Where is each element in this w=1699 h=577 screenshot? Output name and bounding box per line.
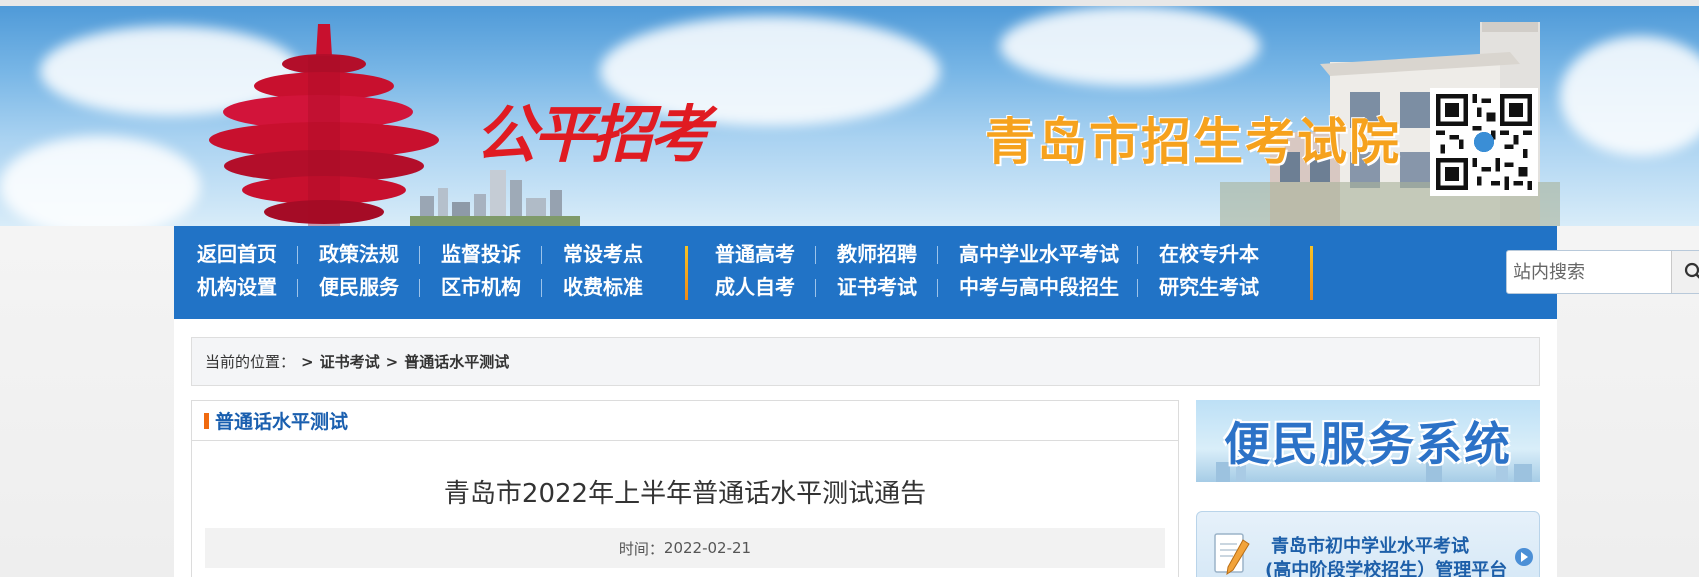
breadcrumb: 当前的位置： > 证书考试 > 普通话水平测试 xyxy=(191,337,1540,386)
breadcrumb-separator: > xyxy=(385,352,399,371)
nav-column: 普通高考 成人自考 xyxy=(715,238,795,304)
publish-date: 2022-02-21 xyxy=(663,539,752,557)
nav-link-upgrade-exam[interactable]: 在校专升本 xyxy=(1159,238,1259,271)
header-banner: 公平招考 青岛市招生考试院 xyxy=(0,6,1699,226)
convenience-service-banner[interactable]: 便民服务系统 xyxy=(1196,400,1540,482)
article-panel: 普通话水平测试 青岛市2022年上半年普通话水平测试通告 时间： 2022-02… xyxy=(191,400,1179,577)
nav-column: 常设考点 收费标准 xyxy=(563,238,643,304)
nav-column: 教师招聘 证书考试 xyxy=(837,238,917,304)
banner-title: 便民服务系统 xyxy=(1224,417,1512,471)
nav-divider xyxy=(1137,246,1138,264)
cloud-decoration xyxy=(0,136,200,226)
nav-group-divider xyxy=(685,246,688,300)
city-skyline-image xyxy=(410,170,580,226)
nav-divider xyxy=(297,246,298,264)
nav-divider xyxy=(541,246,542,264)
nav-link-organization[interactable]: 机构设置 xyxy=(197,271,277,304)
search-button[interactable] xyxy=(1671,251,1699,293)
time-label: 时间： xyxy=(618,539,664,558)
exam-platform-link[interactable]: 青岛市初中学业水平考试 (高中阶段学校招生）管理平台 xyxy=(1196,511,1540,577)
search-icon xyxy=(1684,262,1699,280)
breadcrumb-separator: > xyxy=(301,352,314,371)
platform-link-line1: 青岛市初中学业水平考试 xyxy=(1271,536,1469,557)
nav-divider xyxy=(937,246,938,264)
section-title: 普通话水平测试 xyxy=(215,411,349,433)
cloud-decoration xyxy=(1560,36,1699,156)
nav-link-adult-exam[interactable]: 成人自考 xyxy=(715,271,795,304)
qr-code-image xyxy=(1430,88,1538,196)
nav-link-highschool-level-exam[interactable]: 高中学业水平考试 xyxy=(959,238,1119,271)
search-input[interactable] xyxy=(1507,251,1672,293)
nav-link-supervision[interactable]: 监督投诉 xyxy=(441,238,521,271)
nav-link-teacher-recruit[interactable]: 教师招聘 xyxy=(837,238,917,271)
nav-divider xyxy=(419,246,420,264)
breadcrumb-link-certificate[interactable]: 证书考试 xyxy=(320,351,380,372)
nav-divider xyxy=(815,279,816,297)
main-nav: 返回首页 机构设置 政策法规 便民服务 监督投诉 区市机构 常设考点 收费标准 … xyxy=(174,226,1699,319)
search-box xyxy=(1506,250,1699,294)
nav-link-exam-sites[interactable]: 常设考点 xyxy=(563,238,643,271)
nav-group-divider xyxy=(1310,246,1313,300)
site-title: 青岛市招生考试院 xyxy=(985,113,1401,171)
nav-column: 政策法规 便民服务 xyxy=(319,238,399,304)
nav-link-gaokao[interactable]: 普通高考 xyxy=(715,238,795,271)
breadcrumb-link-putonghua[interactable]: 普通话水平测试 xyxy=(404,351,509,372)
breadcrumb-label: 当前的位置： xyxy=(205,353,296,371)
content-area: 当前的位置： > 证书考试 > 普通话水平测试 普通话水平测试 青岛市2022年… xyxy=(174,319,1557,577)
slogan-text: 公平招考 xyxy=(475,98,711,171)
nav-link-graduate-exam[interactable]: 研究生考试 xyxy=(1159,271,1259,304)
nav-link-home[interactable]: 返回首页 xyxy=(197,238,277,271)
nav-link-district-agencies[interactable]: 区市机构 xyxy=(441,271,521,304)
nav-divider xyxy=(1137,279,1138,297)
nav-column: 返回首页 机构设置 xyxy=(197,238,277,304)
nav-link-certificate-exam[interactable]: 证书考试 xyxy=(837,271,917,304)
nav-column: 在校专升本 研究生考试 xyxy=(1159,238,1259,304)
nav-divider xyxy=(937,279,938,297)
article-meta: 时间： 2022-02-21 xyxy=(205,528,1165,568)
nav-column: 高中学业水平考试 中考与高中段招生 xyxy=(959,238,1119,304)
section-header: 普通话水平测试 xyxy=(192,401,1178,441)
platform-link-line2: (高中阶段学校招生）管理平台 xyxy=(1265,560,1508,577)
arrow-right-icon xyxy=(1515,548,1533,566)
nav-divider xyxy=(297,279,298,297)
nav-link-policy[interactable]: 政策法规 xyxy=(319,238,399,271)
nav-link-fees[interactable]: 收费标准 xyxy=(563,271,643,304)
nav-divider xyxy=(815,246,816,264)
nav-link-services[interactable]: 便民服务 xyxy=(319,271,399,304)
nav-link-zhongkao[interactable]: 中考与高中段招生 xyxy=(959,271,1119,304)
article-title: 青岛市2022年上半年普通话水平测试通告 xyxy=(443,479,927,509)
nav-column: 监督投诉 区市机构 xyxy=(441,238,521,304)
nav-divider xyxy=(541,279,542,297)
document-pen-icon xyxy=(1214,533,1250,576)
nav-divider xyxy=(419,279,420,297)
section-marker xyxy=(204,412,209,429)
